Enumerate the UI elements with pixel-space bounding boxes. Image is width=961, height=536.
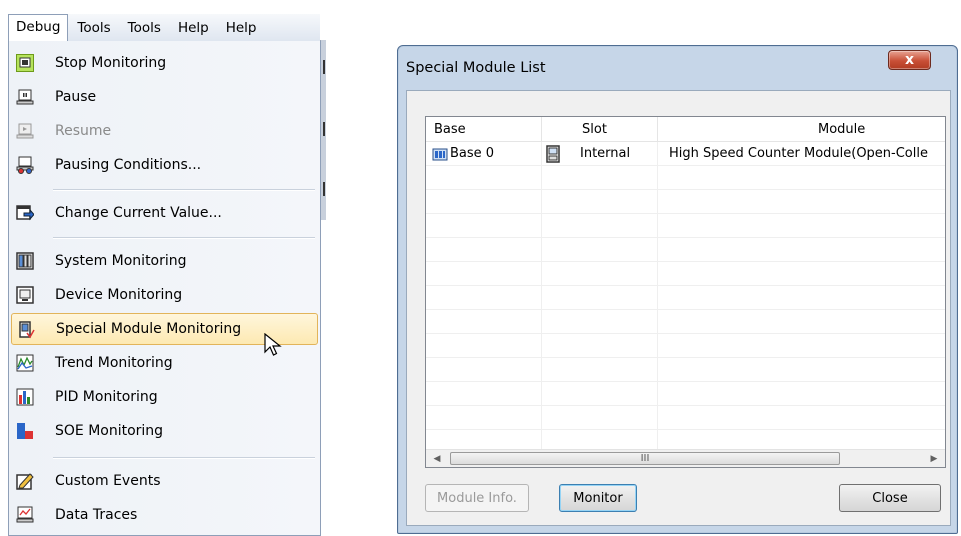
soe-monitoring-icon [16,422,34,440]
module-list[interactable]: Base Slot Module Base 0 Internal High Sp… [425,116,946,468]
menu-label: Resume [55,123,112,139]
slot-icon [546,142,562,166]
close-button[interactable]: Close [839,484,941,512]
menu-separator [53,237,315,239]
menu-label: Stop Monitoring [55,55,167,71]
stop-monitoring-icon [16,54,34,72]
menu-item-custom-events[interactable]: Custom Events [11,465,318,497]
menu-separator [53,189,315,191]
menu-label: Trend Monitoring [55,355,173,371]
menu-label: Device Monitoring [55,287,183,303]
scroll-left-arrow-icon[interactable]: ◀ [428,450,446,467]
column-divider[interactable] [657,117,658,142]
menu-item-pause[interactable]: Pause [11,81,318,113]
table-row [426,358,945,382]
custom-events-icon [16,472,34,490]
menubar-tools-2[interactable]: Tools [120,15,169,41]
column-header-module[interactable]: Module [818,117,865,142]
module-info-button: Module Info. [425,484,529,512]
table-row [426,190,945,214]
menu-label: Special Module Monitoring [56,321,242,337]
menu-item-pid-monitoring[interactable]: PID Monitoring [11,381,318,413]
menu-item-soe-monitoring[interactable]: SOE Monitoring [11,415,318,447]
scrollbar-grip: III [640,453,650,464]
special-module-icon [17,321,35,339]
base-icon [432,142,448,166]
menu-label: Pausing Conditions... [55,157,202,173]
change-value-icon [16,204,34,222]
menubar-help[interactable]: Help [170,15,217,41]
scroll-right-arrow-icon[interactable]: ▶ [925,450,943,467]
table-row [426,406,945,430]
pausing-conditions-icon [16,156,34,174]
special-module-list-dialog: Special Module List x Base Slot Module B… [397,45,958,534]
table-row [426,166,945,190]
data-traces-icon [16,506,34,524]
table-row [426,286,945,310]
dialog-body: Base Slot Module Base 0 Internal High Sp… [406,90,951,526]
menu-label: Custom Events [55,473,161,489]
column-header-slot[interactable]: Slot [582,117,607,142]
trend-monitoring-icon [16,354,34,372]
menu-label: Data Traces [55,507,138,523]
menubar-tools[interactable]: Tools [69,15,118,41]
horizontal-scrollbar[interactable]: ◀ III ▶ [426,449,945,467]
menu-label: Pause [55,89,97,105]
pause-icon [16,88,34,106]
menu-label: System Monitoring [55,253,187,269]
menu-item-data-traces[interactable]: Data Traces [11,499,318,531]
column-header-base[interactable]: Base [434,117,466,142]
menu-item-change-current-value[interactable]: Change Current Value... [11,197,318,229]
menu-separator [53,457,315,459]
dialog-close-button[interactable]: x [888,50,931,70]
table-row [426,382,945,406]
pid-monitoring-icon [16,388,34,406]
menu-item-device-monitoring[interactable]: Device Monitoring [11,279,318,311]
menu-item-resume: Resume [11,115,318,147]
monitor-button[interactable]: Monitor [559,484,637,512]
menubar-help-2[interactable]: Help [218,15,265,41]
column-divider[interactable] [541,117,542,142]
scrollbar-thumb[interactable]: III [450,452,840,465]
menubar-debug[interactable]: Debug [8,14,69,42]
resume-icon [16,122,34,140]
menu-item-system-monitoring[interactable]: System Monitoring [11,245,318,277]
dialog-title: Special Module List [406,60,546,76]
table-row [426,310,945,334]
cell-base: Base 0 [450,146,495,161]
menu-label: SOE Monitoring [55,423,164,439]
list-header: Base Slot Module [426,117,945,142]
table-row[interactable]: Base 0 Internal High Speed Counter Modul… [426,142,945,166]
table-row [426,238,945,262]
menu-item-stop-monitoring[interactable]: Stop Monitoring [11,47,318,79]
menu-label: PID Monitoring [55,389,158,405]
table-row [426,262,945,286]
system-monitoring-icon [16,252,34,270]
menu-item-pausing-conditions[interactable]: Pausing Conditions... [11,149,318,181]
cell-module: High Speed Counter Module(Open-Colle [669,146,928,161]
table-row [426,214,945,238]
debug-menu: Stop Monitoring Pause Resume Pausing Con… [8,41,321,536]
menu-label: Change Current Value... [55,205,222,221]
cell-slot: Internal [580,146,631,161]
menu-bar: Debug Tools Tools Help Help [8,14,320,42]
device-monitoring-icon [16,286,34,304]
mouse-cursor-icon [264,333,282,356]
table-row [426,334,945,358]
